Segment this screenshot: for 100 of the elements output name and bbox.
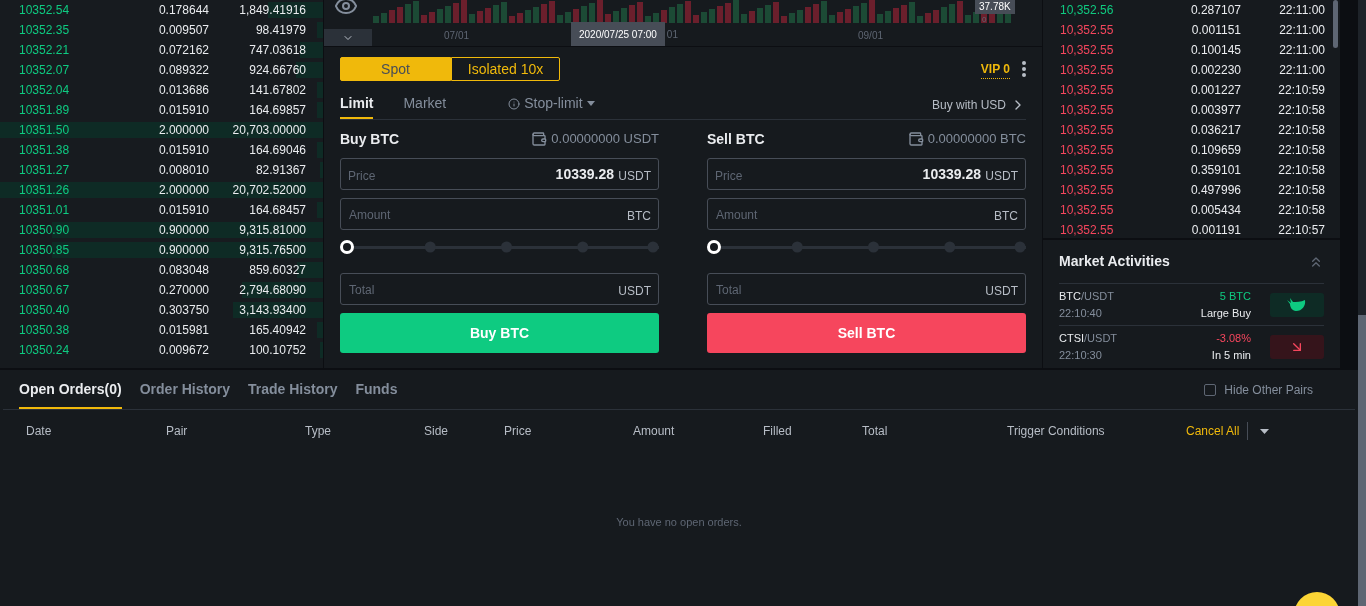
side-title: Buy BTC <box>340 129 400 149</box>
order-total: 859.60327 <box>248 262 306 279</box>
order-total: 100.10752 <box>248 342 306 359</box>
cancel-all-button[interactable]: Cancel All <box>1186 422 1249 440</box>
activity-value: -3.08% <box>1216 331 1251 346</box>
scrollbar-thumb[interactable] <box>1333 0 1338 48</box>
vip-link[interactable]: VIP 0 <box>980 59 1010 79</box>
column-header: Amount <box>633 423 676 440</box>
axis-label: 09/01 <box>858 29 884 44</box>
order-total: 9,315.81000 <box>238 222 306 239</box>
orders-tab[interactable]: Order History <box>139 370 230 409</box>
submit-button[interactable]: Sell BTC <box>707 313 1026 353</box>
order-price: 10350.90 <box>18 222 71 239</box>
order-row[interactable]: 10351.26 2.000000 20,702.52000 <box>0 180 323 200</box>
trade-amount: 0.002230 <box>1189 62 1241 79</box>
order-price: 10351.89 <box>18 102 71 119</box>
order-row[interactable]: 10351.50 2.000000 20,703.00000 <box>0 120 323 140</box>
trade-price: 10,352.55 <box>1059 42 1115 59</box>
trade-amount: 0.359101 <box>1189 162 1241 179</box>
slider-thumb[interactable] <box>340 240 354 254</box>
balance-text: 0.00000000 BTC <box>927 130 1026 149</box>
trade-time: 22:10:58 <box>1277 162 1325 179</box>
activity-time: 22:10:40 <box>1059 305 1103 321</box>
trade-price: 10,352.55 <box>1059 142 1115 159</box>
trade-time: 22:11:00 <box>1278 62 1325 79</box>
order-price: 10350.85 <box>18 242 71 259</box>
column-header: Filled <box>763 423 793 440</box>
trade-price: 10,352.55 <box>1059 122 1115 139</box>
column-header: Total <box>862 423 889 440</box>
axis-label: 07/01 <box>444 29 470 44</box>
trade-time: 22:10:58 <box>1277 182 1325 199</box>
trade-amount: 0.100145 <box>1189 42 1241 59</box>
order-total: 164.69857 <box>248 102 306 119</box>
order-total: 82.91367 <box>254 162 306 179</box>
order-total: 3,143.93400 <box>238 302 306 319</box>
balance-text: 0.00000000 USDT <box>551 130 659 149</box>
panel-title: Market Activities <box>1059 252 1170 271</box>
order-total: 2,794.68090 <box>238 282 306 299</box>
price-tag: 37.78K <box>975 0 1015 14</box>
order-total: 924.66760 <box>248 62 306 79</box>
column-header: Date <box>26 423 53 440</box>
order-price: 10350.38 <box>18 322 71 339</box>
order-amount: 0.008010 <box>157 162 209 179</box>
column-header: Pair <box>166 423 189 440</box>
slider-thumb[interactable] <box>707 240 721 254</box>
orders-tab[interactable]: Trade History <box>247 370 338 409</box>
order-amount: 0.015981 <box>157 322 209 339</box>
mode-tab[interactable]: Spot <box>340 57 451 81</box>
orders-tab[interactable]: Funds <box>355 370 398 409</box>
trade-price: 10,352.55 <box>1059 202 1115 219</box>
trade-time: 22:10:58 <box>1277 202 1325 219</box>
trade-time: 22:10:58 <box>1277 122 1325 139</box>
field-label: Price <box>715 168 743 185</box>
trade-price: 10,352.55 <box>1059 182 1115 199</box>
order-price: 10350.24 <box>18 342 71 359</box>
trade-amount: 0.109659 <box>1189 142 1241 159</box>
wallet-icon <box>907 131 924 147</box>
order-price: 10350.68 <box>18 262 71 279</box>
order-price: 10351.50 <box>18 122 71 139</box>
order-total: 141.67802 <box>248 82 306 99</box>
order-amount: 0.009672 <box>157 342 209 359</box>
dropdown-icon[interactable] <box>1260 428 1270 434</box>
trade-price: 10,352.55 <box>1059 162 1115 179</box>
order-price: 10352.35 <box>18 22 71 39</box>
order-type-tab[interactable]: Stop-limit <box>508 90 595 119</box>
checkbox[interactable] <box>1204 383 1217 396</box>
order-type-tab[interactable]: Limit <box>340 90 374 119</box>
order-type-tab[interactable]: Market <box>403 90 447 119</box>
order-price: 10352.21 <box>18 42 71 59</box>
empty-message: You have no open orders. <box>616 514 742 530</box>
field-label: Price <box>348 168 376 185</box>
order-total: 98.41979 <box>254 22 306 39</box>
order-amount: 0.089322 <box>157 62 209 79</box>
orders-tab[interactable]: Open Orders(0) <box>19 370 122 409</box>
order-price: 10351.38 <box>18 142 71 159</box>
trade-time: 22:11:00 <box>1278 2 1325 19</box>
trade-price: 10,352.56 <box>1059 2 1115 19</box>
order-amount: 0.083048 <box>157 262 209 279</box>
order-amount: 0.015910 <box>157 142 209 159</box>
order-total: 20,702.52000 <box>231 182 306 199</box>
activity-time: 22:10:30 <box>1059 348 1103 363</box>
buy-with-usd-link[interactable]: Buy with USD <box>931 90 1026 119</box>
order-amount: 2.000000 <box>157 122 209 139</box>
scrollbar-thumb[interactable] <box>1358 315 1366 606</box>
order-total: 747.03618 <box>248 42 306 59</box>
info-icon <box>508 97 521 110</box>
order-amount: 2.000000 <box>157 182 209 199</box>
activity-label: Large Buy <box>1200 305 1251 321</box>
order-amount: 0.013686 <box>157 82 209 99</box>
trade-time: 22:10:57 <box>1277 222 1325 238</box>
mode-tab[interactable]: Isolated 10x <box>451 57 560 81</box>
more-icon[interactable] <box>1022 61 1026 77</box>
checkbox-label[interactable]: Hide Other Pairs <box>1224 380 1313 399</box>
order-amount: 0.178644 <box>157 2 209 19</box>
order-price: 10351.27 <box>18 162 71 179</box>
unit-label: USDT <box>618 283 651 300</box>
trade-amount: 0.005434 <box>1189 202 1241 219</box>
order-price: 10352.04 <box>18 82 71 99</box>
trade-time: 22:10:58 <box>1277 142 1325 159</box>
unit-label: BTC <box>994 208 1018 225</box>
